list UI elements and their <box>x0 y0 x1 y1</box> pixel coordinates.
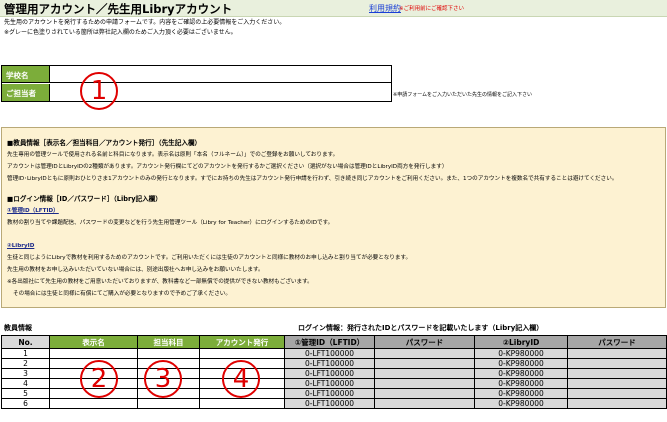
info-text: 先生用の教材をお申し込みいただいていない場合には、別途出版社へお申し込みをお願い… <box>7 267 264 273</box>
libryid-cell: 0-KP980000 <box>474 368 568 379</box>
password-cell <box>374 358 475 369</box>
school-row: 学校名 <box>2 66 391 83</box>
password-cell <box>374 398 475 409</box>
intro-line-2: ※グレーに色塗りされている箇所は弊社記入欄のためご入力頂く必要はございません。 <box>4 29 237 36</box>
info-subheading-lftid: ①管理ID（LFTID） <box>7 208 59 214</box>
display-name-cell[interactable] <box>49 348 138 359</box>
lftid-cell: 0-LFT100000 <box>284 378 375 389</box>
lftid-cell: 0-LFT100000 <box>284 358 375 369</box>
table-row: 6 0-LFT100000 0-KP980000 <box>1 398 667 409</box>
intro-line-1: 先生用のアカウントを発行するための申請フォームです。内容をご確認の上必要情報をご… <box>4 19 286 26</box>
login-info-label: ログイン情報：発行されたIDとパスワードを記載いたします（Libry記入欄） <box>298 324 544 332</box>
marker-2: 2 <box>80 360 118 398</box>
subject-cell[interactable] <box>137 398 200 409</box>
info-text: 管理ID･LibryIDともに原則おひとりさま1アカウントのみの発行となります。… <box>7 176 618 182</box>
teacher-label: ご担当者 <box>2 84 50 101</box>
password-cell <box>567 388 667 399</box>
password-cell <box>567 358 667 369</box>
info-text: 生徒と同じようにLibryで教材を利用するためのアカウントです。ご利用いただくに… <box>7 255 412 261</box>
info-text: その場合には生徒と同様に有償にてご購入が必要となりますので予めご了承ください。 <box>13 291 231 297</box>
col-header-password-1: パスワード <box>374 335 475 349</box>
info-text: 先生専用の管理ツールで使用される名前と科目になります。表示名は原則「本名（フルネ… <box>7 152 339 158</box>
password-cell <box>567 348 667 359</box>
school-label: 学校名 <box>2 66 50 82</box>
info-text: ※各出版社にて先生用の教材をご用意いただいておりますが、教科書など一部無償での提… <box>7 279 313 285</box>
row-number: 3 <box>1 368 50 379</box>
col-header-no: No. <box>1 335 50 349</box>
password-cell <box>374 388 475 399</box>
row-number: 2 <box>1 358 50 369</box>
libryid-cell: 0-KP980000 <box>474 348 568 359</box>
form-side-note: ※申請フォームをご入力いただいた先生の情報をご記入下さい <box>393 92 533 98</box>
marker-4: 4 <box>222 360 260 398</box>
col-header-lftid: ①管理ID（LFTID） <box>284 335 375 349</box>
libryid-cell: 0-KP980000 <box>474 378 568 389</box>
page-title: 管理用アカウント／先生用Libryアカウント <box>4 2 233 16</box>
subject-cell[interactable] <box>137 348 200 359</box>
display-name-cell[interactable] <box>49 398 138 409</box>
libryid-cell: 0-KP980000 <box>474 398 568 409</box>
password-cell <box>567 378 667 389</box>
password-cell <box>374 368 475 379</box>
info-heading-login: ■ログイン情報［ID／パスワード］（Libry記入欄） <box>7 195 162 203</box>
password-cell <box>374 378 475 389</box>
terms-link[interactable]: 利用規約 <box>369 3 401 14</box>
account-issue-cell[interactable] <box>199 398 285 409</box>
title-bar: 管理用アカウント／先生用Libryアカウント 利用規約 ※ご利用前にご確認下さい <box>0 0 667 17</box>
col-header-subject: 担当科目 <box>137 335 200 349</box>
col-header-display-name: 表示名 <box>49 335 138 349</box>
libryid-cell: 0-KP980000 <box>474 388 568 399</box>
account-issue-cell[interactable] <box>199 348 285 359</box>
staff-info-label: 教員情報 <box>4 324 32 332</box>
info-text: 教材の割り当てや課題配信、パスワードの変更などを行う先生用管理ツール（Libry… <box>7 220 334 226</box>
row-number: 6 <box>1 398 50 409</box>
row-number: 5 <box>1 388 50 399</box>
lftid-cell: 0-LFT100000 <box>284 398 375 409</box>
libryid-cell: 0-KP980000 <box>474 358 568 369</box>
info-heading-staff: ■教員情報［表示名／担当科目／アカウント発行］（先生記入欄） <box>7 139 202 147</box>
lftid-cell: 0-LFT100000 <box>284 368 375 379</box>
terms-note: ※ご利用前にご確認下さい <box>399 6 464 12</box>
lftid-cell: 0-LFT100000 <box>284 388 375 399</box>
marker-1: 1 <box>80 72 118 110</box>
password-cell <box>374 348 475 359</box>
col-header-password-2: パスワード <box>567 335 667 349</box>
lftid-cell: 0-LFT100000 <box>284 348 375 359</box>
col-header-libryid: ②LibryID <box>474 335 568 349</box>
teacher-row: ご担当者 <box>2 84 391 101</box>
marker-3: 3 <box>144 360 182 398</box>
password-cell <box>567 398 667 409</box>
table-row: 1 0-LFT100000 0-KP980000 <box>1 348 667 359</box>
row-number: 4 <box>1 378 50 389</box>
password-cell <box>567 368 667 379</box>
school-form: 学校名 ご担当者 <box>1 65 392 102</box>
info-panel: ■教員情報［表示名／担当科目／アカウント発行］（先生記入欄） 先生専用の管理ツー… <box>1 127 666 308</box>
table-header-row: No. 表示名 担当科目 アカウント発行 ①管理ID（LFTID） パスワード … <box>1 335 667 349</box>
col-header-account-issue: アカウント発行 <box>199 335 285 349</box>
row-number: 1 <box>1 348 50 359</box>
info-subheading-libryid: ②LibryID <box>7 243 35 249</box>
info-text: アカウントは管理IDとLibryIDの2種類があります。アカウント発行欄にてどの… <box>7 164 448 170</box>
